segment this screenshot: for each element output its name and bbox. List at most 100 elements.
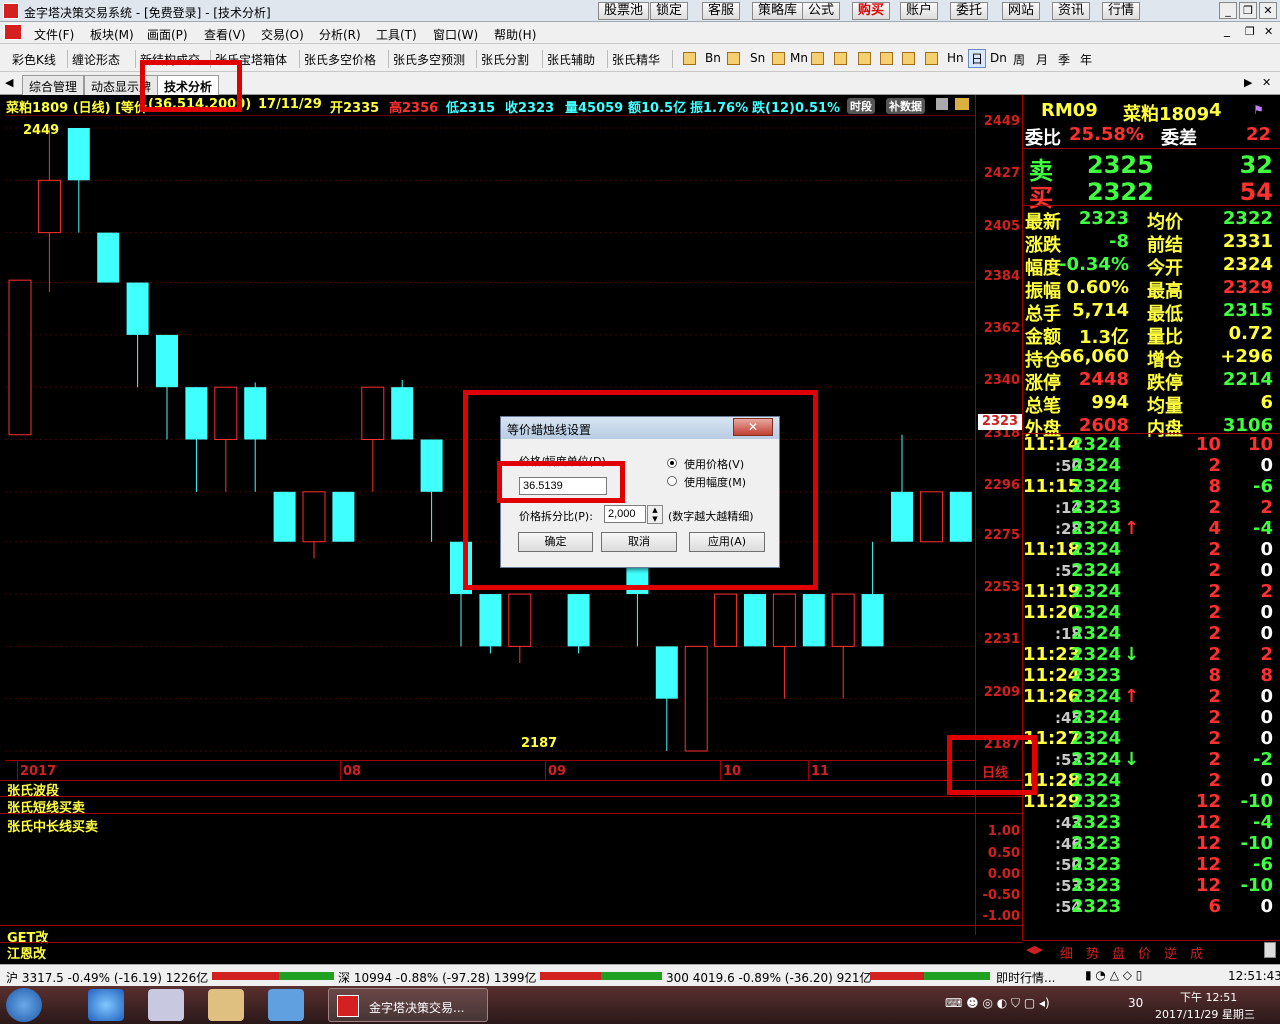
restore-icon[interactable]: ❐ [1239, 2, 1257, 19]
menu-item-8[interactable]: 帮助(H) [494, 26, 536, 43]
menu-item-3[interactable]: 查看(V) [204, 26, 246, 43]
quote-value: 2323 [1078, 208, 1129, 229]
taskbar-app-button[interactable]: 金字塔决策交易... [328, 988, 488, 1022]
quote-row: 振幅 0.60% 最高 2329 [1023, 276, 1279, 302]
top-button-0[interactable]: 股票池 [598, 2, 650, 20]
period-2[interactable]: Mn [790, 51, 808, 65]
period-9[interactable]: 年 [1080, 51, 1092, 68]
menu-item-1[interactable]: 板块(M) [90, 26, 134, 43]
menu-item-2[interactable]: 画面(P) [147, 26, 188, 43]
top-button-1[interactable]: 锁定 [650, 2, 689, 20]
period-1[interactable]: Sn [750, 51, 765, 65]
app-icon-1[interactable] [148, 989, 184, 1021]
tray-clock-date[interactable]: 2017/11/29 星期三 [1155, 1006, 1255, 1022]
period-6[interactable]: 周 [1013, 51, 1025, 68]
menu-item-6[interactable]: 工具(T) [376, 26, 417, 43]
menu-item-0[interactable]: 文件(F) [34, 26, 74, 43]
period-4[interactable]: 日 [968, 49, 987, 68]
minimize-icon[interactable]: _ [1219, 2, 1237, 19]
status-time: 12:51:43 [1228, 969, 1280, 983]
candle-body [156, 334, 178, 388]
toolbar-item-1[interactable]: 缠论形态 [72, 51, 120, 68]
period-3[interactable]: Hn [947, 51, 964, 65]
toolbar-item-7[interactable]: 张氏辅助 [547, 51, 595, 68]
period-7[interactable]: 月 [1036, 51, 1048, 68]
close-icon[interactable]: ✕ [1259, 2, 1277, 19]
period-icon-0[interactable] [683, 52, 696, 65]
period-icon-6[interactable] [880, 52, 893, 65]
menu-item-4[interactable]: 交易(O) [261, 26, 304, 43]
status-icons[interactable]: ▮ ◔ △ ◇ ▯ [1085, 968, 1142, 982]
mdi-minimize-icon[interactable]: _ [1224, 23, 1230, 37]
top-button-9[interactable]: 资讯 [1052, 2, 1091, 20]
tab-close-icon[interactable]: ✕ [1262, 76, 1271, 89]
top-button-3[interactable]: 策略库 [752, 2, 804, 20]
bid-row[interactable]: 买 2322 54 [1023, 177, 1279, 212]
tool-icon[interactable] [955, 98, 969, 110]
tray-icons[interactable]: ⌨ ☻ ◎ ◐ ⛉ ▢ ◂) [945, 996, 1050, 1011]
quote-tab-5[interactable]: 成 [1190, 943, 1203, 962]
period-icon-3[interactable] [811, 52, 824, 65]
ask-row[interactable]: 卖 2325 32 [1023, 150, 1279, 185]
quote-tab-1[interactable]: 势 [1086, 943, 1099, 962]
tray-clock-time[interactable]: 下午 12:51 [1180, 989, 1237, 1005]
top-button-4[interactable]: 公式 [802, 2, 841, 20]
min-price-label: 2187 [521, 736, 557, 751]
bottom-tab-scroll-icon[interactable]: ◀▶ [1026, 943, 1043, 956]
quote-tab-0[interactable]: 细 [1060, 943, 1073, 962]
menu-item-5[interactable]: 分析(R) [319, 26, 361, 43]
fill-data-button[interactable]: 补数据 [886, 98, 925, 114]
start-button-icon[interactable] [6, 988, 42, 1022]
panel-label-gann[interactable]: 江恩改 [7, 943, 46, 962]
quote-tab-4[interactable]: 逆 [1164, 943, 1177, 962]
tick-price: 2323 [1071, 833, 1122, 854]
period-icon-1[interactable] [727, 52, 740, 65]
flag-icon[interactable]: ⚑ [1253, 103, 1264, 117]
quote-tab-3[interactable]: 价 [1138, 943, 1151, 962]
period-5[interactable]: Dn [990, 51, 1007, 65]
period-icon-5[interactable] [858, 52, 871, 65]
toolbar-item-8[interactable]: 张氏精华 [612, 51, 660, 68]
quote-tab-2[interactable]: 盘 [1112, 943, 1125, 962]
candle-body [772, 593, 796, 647]
top-button-2[interactable]: 客服 [702, 2, 741, 20]
period-0[interactable]: Bn [705, 51, 721, 65]
toolbar-item-4[interactable]: 张氏多空价格 [304, 51, 376, 68]
period-icon-2[interactable] [772, 52, 785, 65]
period-icon-4[interactable] [834, 52, 847, 65]
top-button-10[interactable]: 行情 [1102, 2, 1141, 20]
top-button-5[interactable]: 购买 [852, 2, 891, 20]
quote-value: 994 [1091, 392, 1129, 413]
tick-volume: 12 [1195, 875, 1221, 896]
toolbar-item-5[interactable]: 张氏多空预测 [393, 51, 465, 68]
tab-overview[interactable]: 综合管理 [22, 75, 85, 95]
top-button-7[interactable]: 委托 [950, 2, 989, 20]
tab-scroll-right-icon[interactable]: ▶ [1244, 76, 1252, 89]
mdi-close-icon[interactable]: ✕ [1264, 25, 1273, 38]
settings-icon[interactable] [936, 98, 948, 110]
toolbar-item-6[interactable]: 张氏分割 [481, 51, 529, 68]
scroll-button[interactable] [1264, 942, 1276, 958]
ie-icon[interactable] [88, 989, 124, 1021]
toolbar-item-0[interactable]: 彩色K线 [12, 51, 56, 68]
paint-icon[interactable] [208, 989, 244, 1021]
menu-item-7[interactable]: 窗口(W) [433, 26, 478, 43]
app-menu-icon[interactable] [4, 24, 22, 40]
top-button-6[interactable]: 账户 [900, 2, 939, 20]
live-quote-link[interactable]: 即时行情... [996, 969, 1055, 986]
tick-row: :46 2323 12 -10 [1023, 833, 1279, 854]
tick-price: 2324 [1071, 770, 1122, 791]
panel-label-long[interactable]: 张氏中长线买卖 [7, 816, 98, 835]
tab-scroll-left-icon[interactable]: ◀ [5, 76, 13, 89]
period-icon-7[interactable] [902, 52, 915, 65]
quote-value: -8 [1109, 231, 1129, 252]
session-button[interactable]: 时段 [847, 98, 875, 114]
tray-input-indicator[interactable]: 30 [1128, 996, 1143, 1010]
period-8[interactable]: 季 [1058, 51, 1070, 68]
mdi-restore-icon[interactable]: ❐ [1245, 25, 1255, 38]
sz-index-bar [540, 972, 662, 980]
app-icon-2[interactable] [268, 989, 304, 1021]
top-button-8[interactable]: 网站 [1002, 2, 1041, 20]
candle-body [479, 594, 502, 647]
period-icon-8[interactable] [925, 52, 938, 65]
